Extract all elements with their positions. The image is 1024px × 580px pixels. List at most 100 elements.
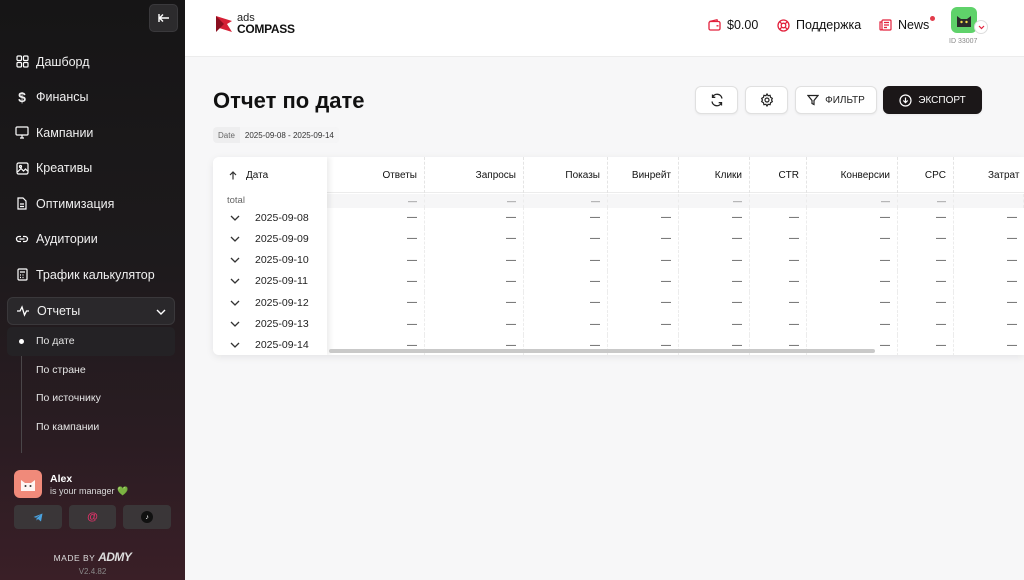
column-header[interactable]: Показы xyxy=(524,157,608,193)
logo-line2: COMPASS xyxy=(237,22,295,36)
export-button[interactable]: ЭКСПОРТ xyxy=(883,86,982,114)
row-date: 2025-09-11 xyxy=(255,275,308,288)
user-menu-chevron[interactable] xyxy=(974,20,988,34)
date-range-chip[interactable]: Date 2025-09-08 - 2025-09-14 xyxy=(213,127,339,143)
horizontal-scrollbar[interactable] xyxy=(329,349,875,353)
top-header: ads COMPASS $0.00 Поддержка News ID 3300… xyxy=(185,0,1024,57)
sort-arrow-up-icon xyxy=(229,170,237,179)
chevron-down-icon xyxy=(978,25,984,29)
support-button[interactable]: Поддержка xyxy=(777,18,861,32)
calculator-icon xyxy=(15,268,29,282)
expand-chevron-icon[interactable] xyxy=(230,278,240,285)
monitor-icon xyxy=(15,126,29,140)
table-row[interactable]: 2025-09-08— — — — — — — — — xyxy=(213,207,1024,228)
settings-button[interactable] xyxy=(745,86,788,114)
sidebar-item-campaigns[interactable]: Кампании xyxy=(7,115,175,151)
column-header[interactable]: Винрейт xyxy=(608,157,679,193)
table-cell: — xyxy=(1007,212,1017,223)
expand-chevron-icon[interactable] xyxy=(230,321,240,327)
sidebar-item-dashboard[interactable]: Дашборд xyxy=(7,44,175,80)
refresh-button[interactable] xyxy=(695,86,738,114)
table-cell: — xyxy=(524,313,608,335)
table-cell: — xyxy=(898,249,954,271)
balance-button[interactable]: $0.00 xyxy=(708,18,758,32)
total-cell: — xyxy=(679,194,750,208)
subnav-item-by-date[interactable]: По дате xyxy=(7,327,175,356)
table-row[interactable]: 2025-09-11— — — — — — — — — xyxy=(213,270,1024,292)
column-header[interactable]: Ответы xyxy=(327,157,425,193)
table-cell: — xyxy=(608,228,679,250)
column-header[interactable]: Запросы xyxy=(425,157,524,193)
sidebar-item-reports[interactable]: Отчеты xyxy=(7,296,175,325)
table-cell: — xyxy=(327,207,425,228)
balance-value: $0.00 xyxy=(727,18,759,32)
table-cell: — xyxy=(898,292,954,314)
table-cell: — xyxy=(524,207,608,228)
manager-card: Alex is your manager 💚 xyxy=(14,470,174,498)
user-avatar[interactable] xyxy=(951,7,977,33)
sidebar-item-label: Финансы xyxy=(36,90,89,105)
filter-button[interactable]: ФИЛЬТР xyxy=(795,86,877,114)
total-cell: — xyxy=(327,194,425,208)
expand-chevron-icon[interactable] xyxy=(230,257,240,264)
page-title: Отчет по дате xyxy=(213,88,365,113)
expand-chevron-icon[interactable] xyxy=(230,215,240,221)
column-header-date[interactable]: Дата xyxy=(213,157,327,193)
table-cell: — xyxy=(898,207,954,228)
table-cell: — xyxy=(898,228,954,250)
total-cell xyxy=(750,194,807,208)
column-header-label: Дата xyxy=(246,169,269,181)
table-cell: — xyxy=(1007,318,1017,330)
table-cell: — xyxy=(425,207,524,228)
tiktok-button[interactable]: ♪ xyxy=(123,505,172,529)
subnav-item-by-source[interactable]: По источнику xyxy=(7,384,175,413)
table-cell: — xyxy=(608,313,679,335)
table-row[interactable]: 2025-09-13— — — — — — — — — xyxy=(213,313,1024,335)
expand-chevron-icon[interactable] xyxy=(230,342,240,349)
subnav-item-by-country[interactable]: По стране xyxy=(7,356,175,385)
sidebar-item-audiences[interactable]: Аудитории xyxy=(7,222,175,258)
table-row[interactable]: 2025-09-09— — — — — — — — — xyxy=(213,228,1024,250)
total-cell: — xyxy=(524,194,608,208)
row-date: 2025-09-13 xyxy=(255,318,309,330)
table-row[interactable]: 2025-09-10— — — — — — — — — xyxy=(213,249,1024,271)
sidebar-item-traffic-calculator[interactable]: Трафик калькулятор xyxy=(7,257,175,293)
date-cell: 2025-09-12 xyxy=(213,292,327,313)
date-cell: 2025-09-10 xyxy=(213,250,327,271)
table-cell: — xyxy=(327,249,425,271)
expand-chevron-icon[interactable] xyxy=(230,300,240,306)
support-label: Поддержка xyxy=(796,18,862,32)
sidebar-item-optimization[interactable]: Оптимизация xyxy=(7,186,175,222)
column-header[interactable]: Затрат xyxy=(954,157,1024,193)
date-cell: 2025-09-13 xyxy=(213,314,327,335)
ads-compass-logo[interactable]: ads COMPASS xyxy=(213,13,295,35)
collapse-sidebar-button[interactable] xyxy=(149,4,178,32)
row-date: 2025-09-12 xyxy=(255,296,309,309)
table-cell: — xyxy=(327,292,425,314)
subnav-item-by-campaign[interactable]: По кампании xyxy=(7,413,175,442)
sidebar-item-creatives[interactable]: Креативы xyxy=(7,151,175,187)
email-button[interactable]: @ xyxy=(68,505,117,529)
telegram-button[interactable] xyxy=(14,505,62,529)
expand-chevron-icon[interactable] xyxy=(230,236,240,242)
row-date: 2025-09-14 xyxy=(255,339,309,352)
sidebar-item-finance[interactable]: $ Финансы xyxy=(7,80,175,116)
column-header[interactable]: Клики xyxy=(679,157,750,193)
sidebar-item-label: Креативы xyxy=(36,161,93,176)
news-label-wrap: News xyxy=(898,16,936,32)
table-cell: — xyxy=(750,207,807,228)
manager-avatar xyxy=(14,470,42,498)
news-button[interactable]: News xyxy=(879,16,936,32)
table-cell: — xyxy=(679,270,750,292)
column-header[interactable]: Конверсии xyxy=(807,157,898,193)
table-header: Дата Ответы Запросы Показы Винрейт Клики CTR К… xyxy=(213,157,1024,193)
column-header[interactable]: CTR xyxy=(750,157,807,193)
export-label: ЭКСПОРТ xyxy=(918,94,966,106)
column-header[interactable]: CPC xyxy=(898,157,954,193)
newspaper-icon xyxy=(879,19,892,31)
total-cell xyxy=(608,194,679,208)
table-row[interactable]: 2025-09-12— — — — — — — — — xyxy=(213,292,1024,314)
table-cell: — xyxy=(679,228,750,250)
table-cell: — xyxy=(1007,297,1017,309)
logo-text: ads COMPASS xyxy=(237,13,295,36)
